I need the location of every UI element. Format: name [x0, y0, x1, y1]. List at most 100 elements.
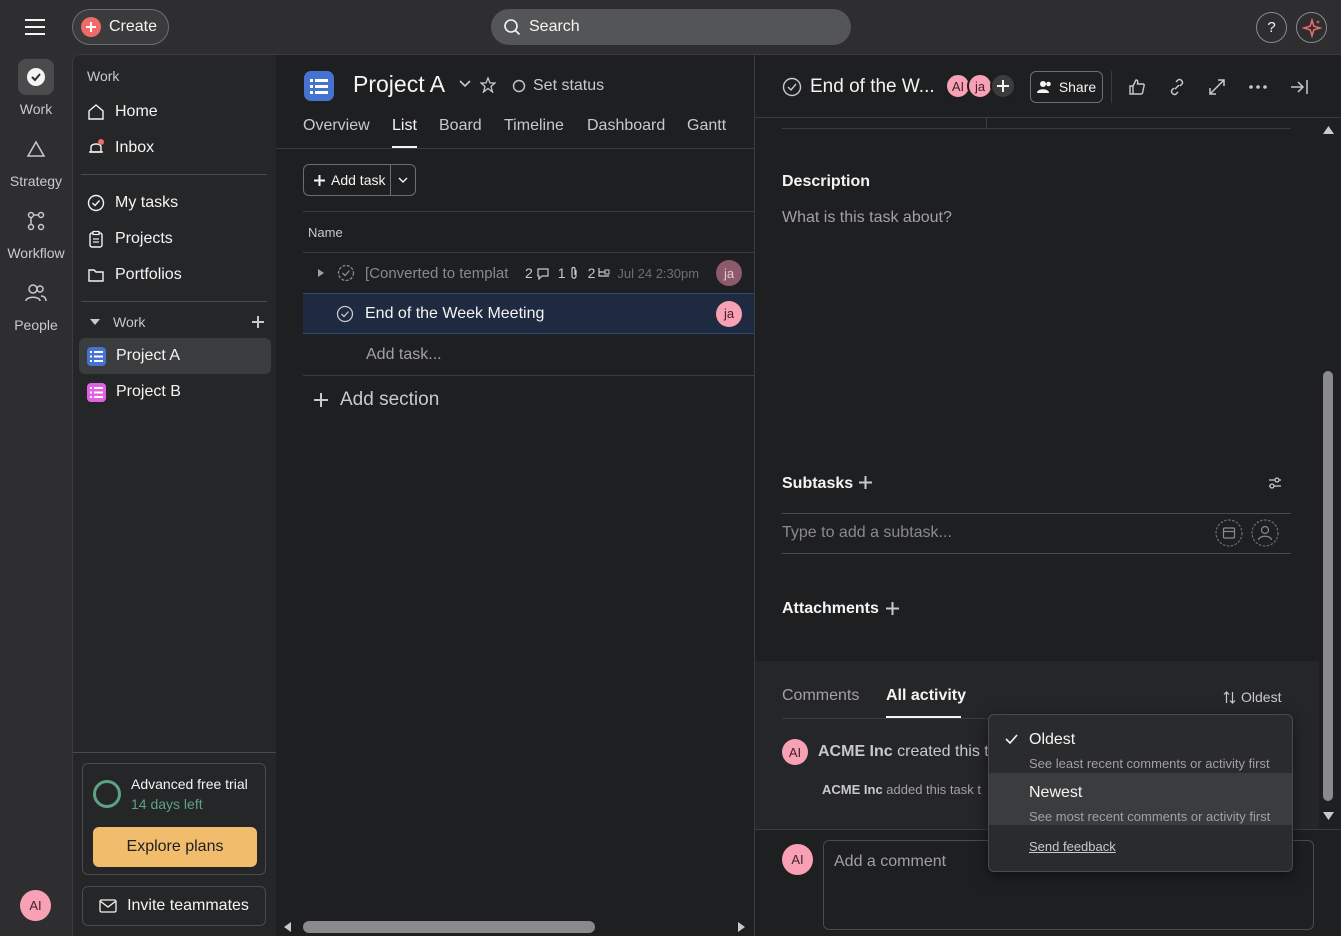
tab-list[interactable]: List — [392, 117, 417, 135]
sort-option-newest[interactable]: Newest See most recent comments or activ… — [989, 773, 1292, 825]
mark-complete-check-icon[interactable] — [782, 77, 802, 97]
more-options-icon[interactable] — [1246, 75, 1270, 99]
description-input[interactable]: What is this task about? — [782, 209, 952, 227]
horizontal-scrollbar[interactable] — [276, 913, 754, 936]
add-collaborator-plus-icon[interactable] — [990, 73, 1016, 99]
activity-actor[interactable]: ACME Inc — [822, 782, 883, 797]
task-complete-check-icon[interactable] — [336, 305, 354, 323]
left-rail: Work Strategy Workflow People — [0, 54, 72, 936]
rail-label-workflow: Workflow — [7, 245, 65, 261]
sidebar-item-my-tasks[interactable]: My tasks — [79, 185, 271, 221]
thumbs-up-icon[interactable] — [1125, 75, 1149, 99]
sidebar-work-section[interactable]: Work — [89, 314, 265, 330]
create-button[interactable]: Create — [72, 9, 169, 45]
sort-button[interactable]: Oldest — [1223, 689, 1281, 705]
rail-item-workflow[interactable]: Workflow — [0, 203, 72, 261]
assignee-avatar[interactable]: ja — [716, 260, 742, 286]
tab-all-activity[interactable]: All activity — [886, 687, 966, 705]
tab-comments[interactable]: Comments — [782, 687, 859, 705]
add-section-button[interactable]: Add section — [314, 389, 439, 411]
sidebar-item-label: Project B — [116, 383, 181, 400]
add-project-plus-icon[interactable] — [251, 315, 265, 329]
sidebar-item-label: Projects — [115, 230, 173, 247]
explore-plans-button[interactable]: Explore plans — [93, 827, 257, 867]
subtask-tree-icon — [597, 267, 611, 279]
comment-avatar: AI — [782, 844, 813, 875]
table-divider — [303, 375, 754, 376]
field-divider — [782, 128, 1291, 129]
star-icon[interactable] — [480, 77, 496, 93]
add-task-inline[interactable]: Add task... — [366, 346, 442, 364]
expand-triangle-icon[interactable] — [317, 268, 325, 278]
hamburger-menu-icon[interactable] — [22, 14, 50, 40]
sort-option-oldest[interactable]: Oldest See least recent comments or acti… — [989, 720, 1292, 772]
set-status-button[interactable]: Set status — [512, 77, 604, 95]
sidebar-item-project-b[interactable]: Project B — [79, 374, 271, 410]
tab-timeline[interactable]: Timeline — [504, 117, 564, 135]
tab-overview[interactable]: Overview — [303, 117, 370, 135]
send-feedback-link[interactable]: Send feedback — [1029, 839, 1116, 854]
sidebar-item-home[interactable]: Home — [79, 94, 271, 130]
tab-board[interactable]: Board — [439, 117, 482, 135]
subtask-settings-icon[interactable] — [1267, 476, 1283, 490]
folder-icon — [87, 266, 105, 284]
task-title[interactable]: End of the W... — [810, 76, 935, 98]
scroll-left-arrow-icon[interactable] — [283, 921, 292, 933]
close-pane-icon[interactable] — [1287, 75, 1311, 99]
chevron-down-icon[interactable] — [459, 80, 471, 88]
tab-gantt[interactable]: Gantt — [687, 117, 726, 135]
activity-text: created this ta — [897, 743, 998, 760]
task-name[interactable]: End of the Week Meeting — [365, 305, 544, 323]
add-subtask-plus-icon[interactable] — [859, 476, 872, 489]
calendar-icon[interactable] — [1215, 519, 1243, 547]
task-name[interactable]: [Converted to templat — [365, 265, 517, 282]
column-header-name[interactable]: Name — [308, 225, 343, 240]
share-button[interactable]: Share — [1030, 71, 1103, 103]
add-task-button[interactable]: Add task — [304, 165, 391, 195]
table-row[interactable]: End of the Week Meeting ja — [303, 293, 754, 334]
horizontal-scroll-thumb[interactable] — [303, 921, 595, 933]
activity-item: ACME Inc created this ta — [818, 743, 998, 761]
scroll-right-arrow-icon[interactable] — [737, 921, 746, 933]
link-icon[interactable] — [1165, 75, 1189, 99]
table-row[interactable]: [Converted to templat 2 1 2 Jul 24 2:30p… — [303, 253, 754, 293]
attachment-count: 2 — [587, 265, 596, 281]
mail-icon — [99, 899, 117, 913]
search-input[interactable]: Search — [491, 9, 851, 45]
sidebar-item-label: My tasks — [115, 194, 179, 211]
subtask-input[interactable]: Type to add a subtask... — [782, 524, 952, 542]
search-icon — [503, 18, 521, 36]
user-avatar[interactable]: AI — [20, 890, 51, 921]
tab-dashboard[interactable]: Dashboard — [587, 117, 665, 135]
expand-icon[interactable] — [1205, 75, 1229, 99]
add-task-dropdown-button[interactable] — [391, 165, 415, 195]
activity-actor[interactable]: ACME Inc — [818, 743, 893, 760]
sort-option-title: Oldest — [1029, 731, 1076, 748]
workflow-icon — [18, 203, 54, 239]
scroll-up-arrow-icon[interactable] — [1322, 125, 1335, 135]
invite-teammates-button[interactable]: Invite teammates — [82, 886, 266, 926]
sidebar-item-projects[interactable]: Projects — [79, 221, 271, 257]
activity-avatar[interactable]: AI — [782, 739, 808, 765]
vertical-scroll-thumb[interactable] — [1323, 371, 1333, 801]
sidebar-item-label: Portfolios — [115, 266, 182, 283]
rail-item-people[interactable]: People — [0, 275, 72, 333]
rail-item-strategy[interactable]: Strategy — [0, 131, 72, 189]
task-template-check-icon[interactable] — [337, 264, 355, 282]
field-divider — [782, 513, 1291, 514]
project-title[interactable]: Project A — [353, 71, 445, 98]
sidebar-item-portfolios[interactable]: Portfolios — [79, 257, 271, 293]
rail-item-work[interactable]: Work — [0, 59, 72, 117]
scroll-down-arrow-icon[interactable] — [1322, 811, 1335, 821]
sort-option-title: Newest — [1029, 784, 1083, 801]
due-date[interactable]: Jul 24 2:30pm — [617, 266, 699, 281]
home-icon — [87, 103, 105, 121]
assignee-picker-icon[interactable] — [1251, 519, 1279, 547]
help-button[interactable]: ? — [1256, 12, 1287, 43]
ai-sparkle-icon[interactable] — [1296, 12, 1327, 43]
sidebar-item-project-a[interactable]: Project A — [79, 338, 271, 374]
share-label: Share — [1058, 79, 1097, 95]
assignee-avatar[interactable]: ja — [716, 300, 742, 327]
add-attachment-plus-icon[interactable] — [886, 602, 899, 615]
sidebar-item-inbox[interactable]: Inbox — [79, 130, 271, 166]
